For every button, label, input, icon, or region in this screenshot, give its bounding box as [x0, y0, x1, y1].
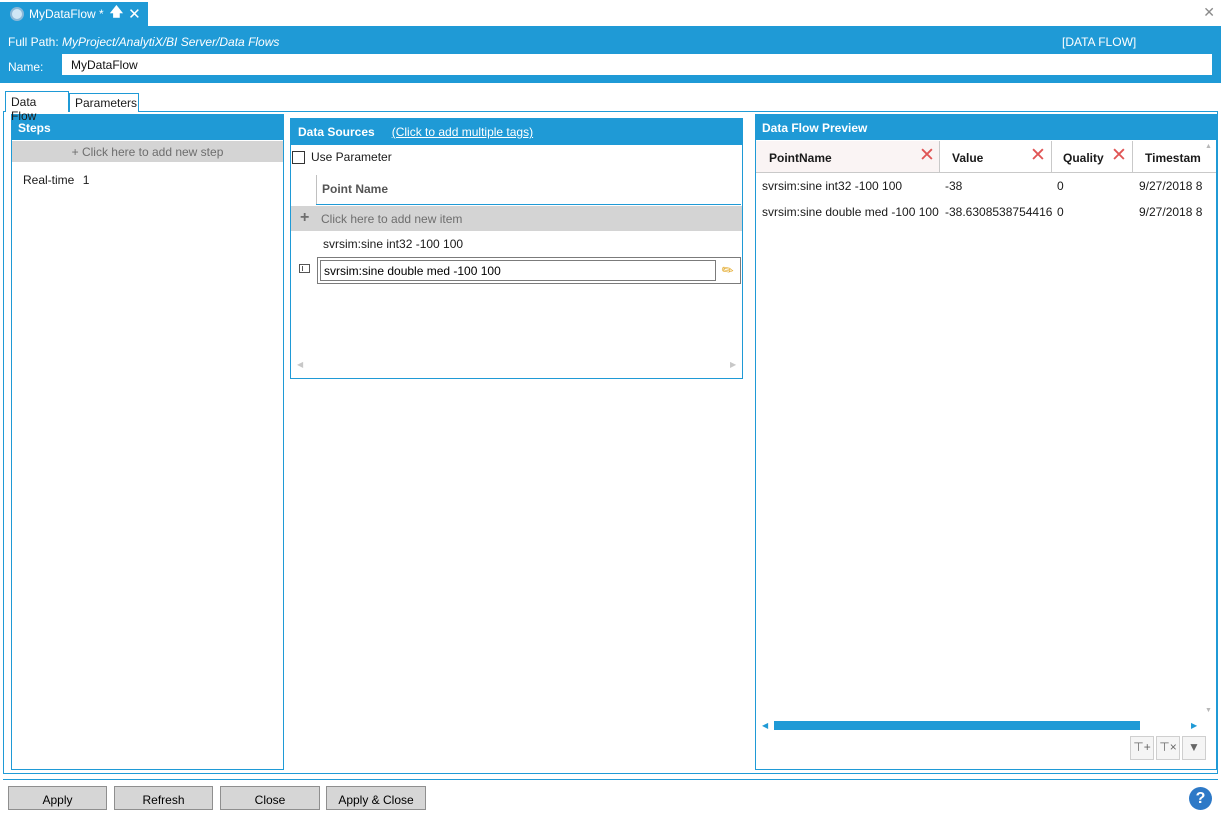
cell-timestamp: 9/27/2018 8 — [1139, 179, 1203, 193]
column-label: Value — [952, 151, 984, 165]
steps-title: Steps — [12, 115, 283, 140]
remove-column-icon[interactable]: ✕ — [1030, 146, 1046, 165]
tab-data-flow[interactable]: Data Flow — [5, 91, 69, 123]
scroll-right-arrow-icon[interactable]: ▶ — [1191, 721, 1197, 730]
header-divider — [316, 204, 741, 205]
step-name: Real-time — [23, 173, 75, 187]
scroll-up-arrow-icon[interactable]: ▲ — [1205, 143, 1212, 150]
step-count: 1 — [82, 173, 90, 187]
remove-column-icon[interactable]: ✕ — [1111, 146, 1127, 165]
step-item[interactable]: Real-time 1 — [23, 173, 89, 187]
remove-column-icon[interactable]: ⊤× — [1156, 736, 1180, 760]
cell-quality: 0 — [1057, 179, 1064, 193]
scroll-left-arrow-icon[interactable]: ◀ — [297, 360, 303, 369]
tag-browse-icon[interactable]: ✎ — [718, 260, 737, 281]
remove-column-icon[interactable]: ✕ — [919, 146, 935, 165]
checkbox-icon[interactable] — [292, 150, 305, 164]
column-header-timestamp[interactable]: Timestam — [1133, 141, 1211, 172]
document-tab[interactable]: MyDataFlow * 🡅 ✕ — [0, 2, 148, 26]
add-step-button[interactable]: + Click here to add new step — [12, 141, 283, 162]
horizontal-scrollbar-thumb[interactable] — [774, 721, 1140, 730]
name-field[interactable] — [62, 54, 1212, 75]
plus-icon: + — [300, 209, 310, 226]
data-sources-panel: Data Sources (Click to add multiple tags… — [290, 118, 743, 379]
column-label: Timestam — [1145, 151, 1201, 165]
add-multiple-tags-link[interactable]: (Click to add multiple tags) — [392, 125, 533, 139]
use-parameter-checkbox[interactable]: Use Parameter — [292, 150, 392, 164]
column-header-value[interactable]: Value ✕ — [940, 141, 1052, 172]
tab-parameters[interactable]: Parameters — [69, 93, 139, 112]
document-tab-strip: MyDataFlow * 🡅 ✕ ✕ — [0, 0, 1221, 26]
add-item-row[interactable]: + Click here to add new item — [291, 206, 742, 231]
close-icon[interactable]: ✕ — [128, 5, 141, 23]
column-label: Quality — [1063, 151, 1104, 165]
full-path-value: MyProject/AnalytiX/BI Server/Data Flows — [62, 35, 280, 49]
cell-value: -38 — [945, 179, 963, 193]
close-button[interactable]: Close — [220, 786, 320, 810]
column-label: PointName — [769, 151, 832, 165]
apply-button[interactable]: Apply — [8, 786, 107, 810]
pin-icon[interactable]: 🡅 — [110, 3, 123, 25]
steps-panel: Steps + Click here to add new step Real-… — [11, 114, 284, 770]
column-separator — [316, 175, 317, 205]
scroll-down-arrow-icon[interactable]: ▼ — [1205, 707, 1212, 714]
point-name-column-header[interactable]: Point Name — [322, 182, 388, 196]
scroll-right-arrow-icon[interactable]: ▶ — [730, 360, 736, 369]
cell-pointname: svrsim:sine double med -100 100 — [762, 205, 939, 219]
dataflow-icon — [10, 7, 24, 21]
column-header-pointname[interactable]: PointName ✕ — [756, 141, 940, 172]
full-path-label: Full Path: — [8, 35, 59, 49]
filter-icon[interactable]: ▼ — [1182, 736, 1206, 760]
data-source-row-editing[interactable]: ✎ — [317, 257, 741, 284]
use-parameter-label: Use Parameter — [311, 150, 392, 164]
add-item-label: Click here to add new item — [321, 212, 463, 226]
bottom-divider — [3, 779, 1218, 780]
refresh-button[interactable]: Refresh — [114, 786, 213, 810]
data-sources-title: Data Sources — [298, 125, 375, 139]
cell-timestamp: 9/27/2018 8 — [1139, 205, 1203, 219]
column-header-quality[interactable]: Quality ✕ — [1052, 141, 1133, 172]
data-sources-header: Data Sources (Click to add multiple tags… — [291, 119, 742, 145]
cell-value: -38.6308538754416 — [945, 205, 1053, 219]
document-tab-title: MyDataFlow * — [29, 7, 104, 21]
apply-and-close-button[interactable]: Apply & Close — [326, 786, 426, 810]
name-label: Name: — [8, 60, 44, 74]
cell-quality: 0 — [1057, 205, 1064, 219]
help-icon[interactable]: ? — [1189, 787, 1212, 810]
header-bar: Full Path: MyProject/AnalytiX/BI Server/… — [0, 26, 1221, 83]
preview-grid-header: PointName ✕ Value ✕ Quality ✕ Timestam — [756, 141, 1216, 173]
cell-pointname: svrsim:sine int32 -100 100 — [762, 179, 903, 193]
preview-title: Data Flow Preview — [756, 115, 1216, 140]
scroll-left-arrow-icon[interactable]: ◀ — [762, 721, 768, 730]
edit-row-indicator-icon — [299, 264, 310, 273]
add-column-icon[interactable]: ⊤+ — [1130, 736, 1154, 760]
point-name-edit-field[interactable] — [320, 260, 716, 281]
data-source-row[interactable]: svrsim:sine int32 -100 100 — [323, 237, 463, 251]
object-type-label: [DATA FLOW] — [1062, 35, 1137, 49]
data-flow-preview-panel: Data Flow Preview PointName ✕ Value ✕ Qu… — [755, 114, 1217, 770]
window-close-icon[interactable]: ✕ — [1203, 4, 1215, 21]
